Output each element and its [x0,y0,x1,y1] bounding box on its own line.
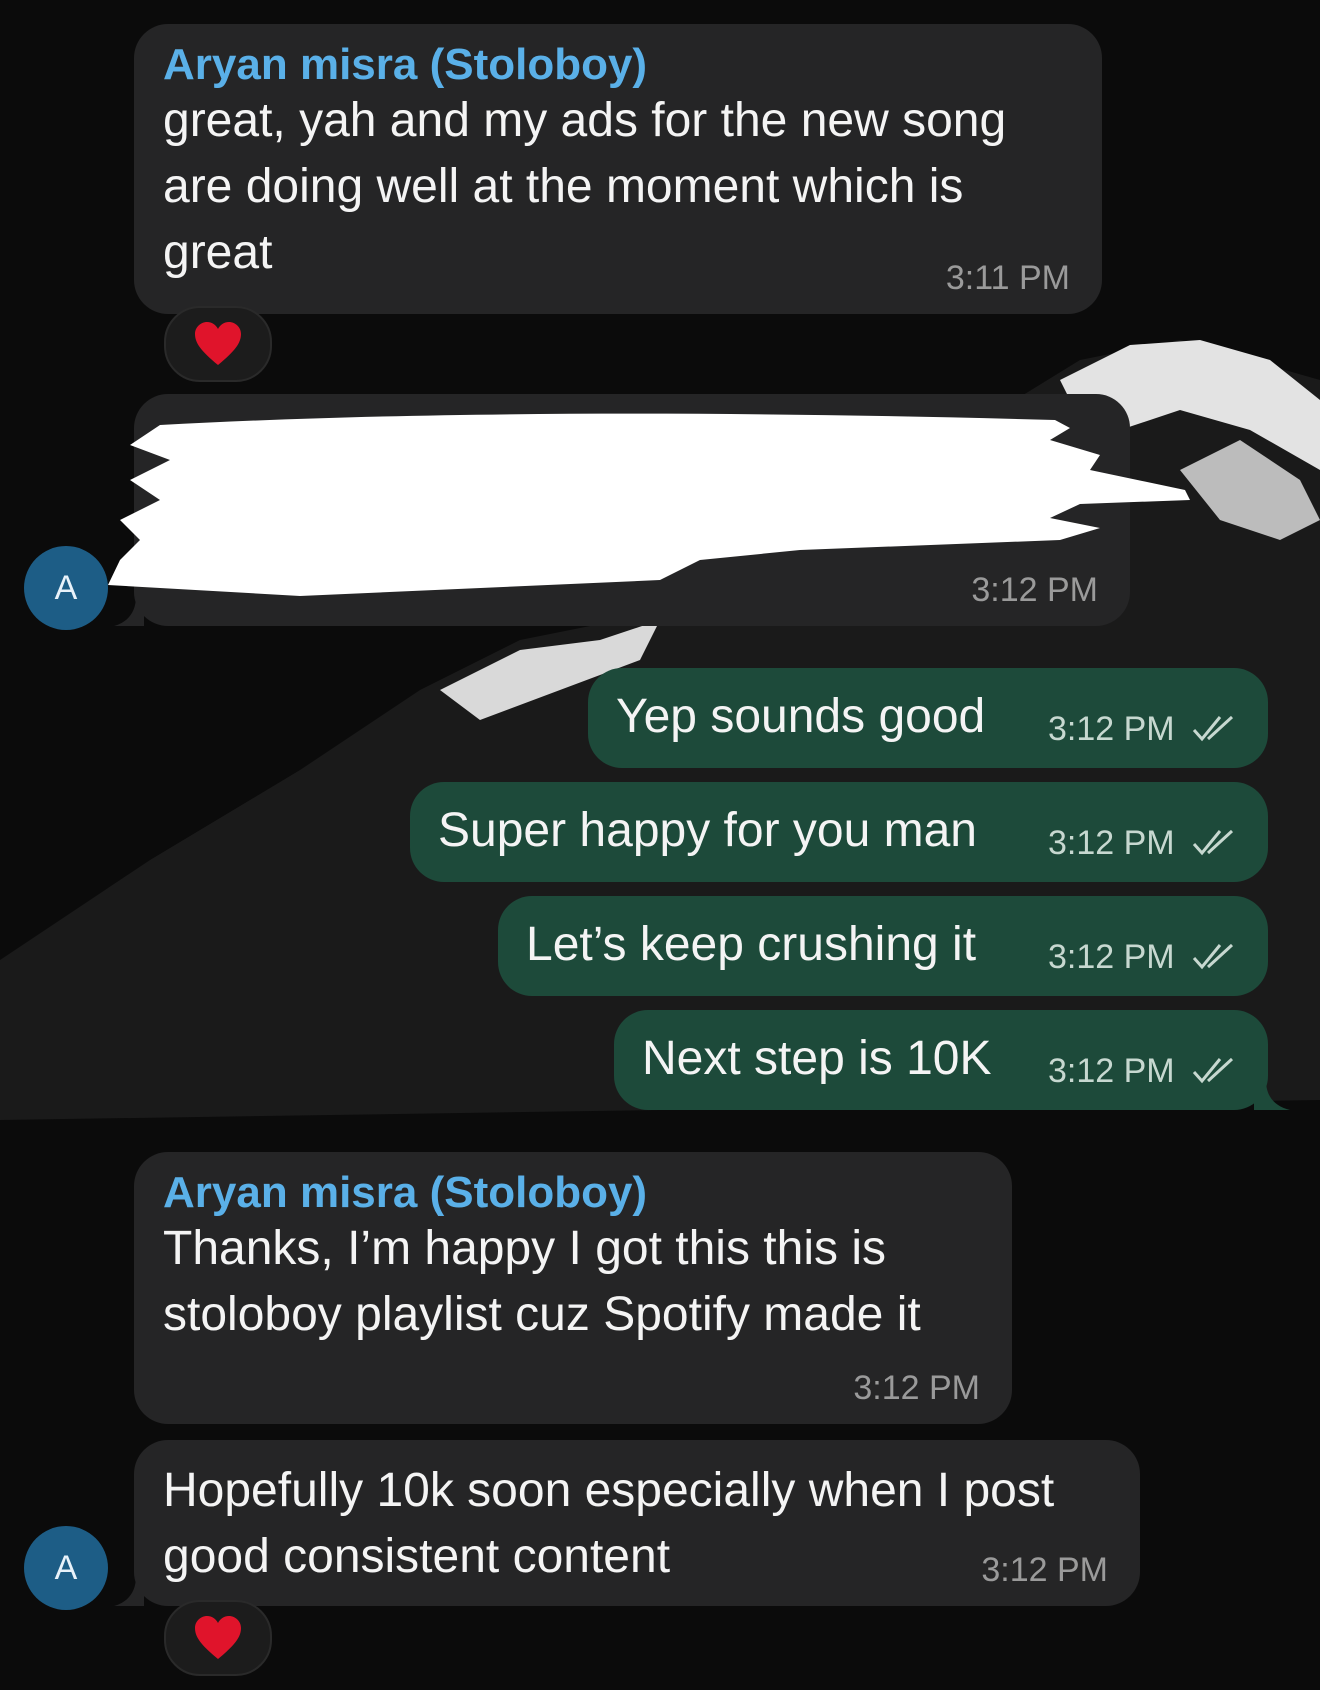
message-bubble-incoming[interactable]: Aryan misra (Stoloboy) great, yah and my… [134,24,1102,314]
message-text: great, yah and my ads for the new song a… [163,94,1007,279]
read-receipt-icon [1192,829,1234,856]
read-receipt-icon [1192,943,1234,970]
message-time: 3:12 PM [1048,938,1175,976]
redaction-scribble [108,413,1190,596]
bubble-tail [1254,1080,1290,1110]
bubble-tail [114,1576,144,1606]
reaction-heart[interactable] [164,306,272,382]
heart-emoji-icon [195,322,241,365]
message-bubble-outgoing[interactable]: Let’s keep crushing it 3:12 PM [498,896,1268,996]
message-time: 3:12 PM [1048,710,1175,748]
read-receipt-icon [1192,715,1234,742]
message-time: 3:11 PM [945,259,1070,297]
read-receipt-icon [1192,1057,1234,1084]
message-text: Next step is 10K [642,1032,992,1085]
reaction-heart[interactable] [164,1600,272,1676]
message-time: 3:12 PM [1048,824,1175,862]
sender-name[interactable]: Aryan misra (Stoloboy) [163,40,647,90]
message-time: 3:12 PM [981,1551,1108,1589]
message-bubble-incoming[interactable]: Aryan misra (Stoloboy) Thanks, I’m happy… [134,1152,1012,1424]
message-bubble-incoming[interactable]: Hopefully 10k soon especially when I pos… [134,1440,1140,1606]
contact-avatar[interactable]: A [24,546,108,630]
message-text: Let’s keep crushing it [526,918,977,971]
message-text: Hopefully 10k soon especially when I pos… [163,1464,1055,1583]
message-bubble-outgoing[interactable]: Next step is 10K 3:12 PM [614,1010,1268,1110]
message-text: Thanks, I’m happy I got this this is sto… [163,1222,921,1341]
message-bubble-outgoing[interactable]: Super happy for you man 3:12 PM [410,782,1268,882]
message-time: 3:12 PM [853,1369,980,1407]
sender-name[interactable]: Aryan misra (Stoloboy) [163,1168,647,1218]
message-bubble-outgoing[interactable]: Yep sounds good 3:12 PM [588,668,1268,768]
message-text: Super happy for you man [438,804,977,857]
message-time: 3:12 PM [1048,1052,1175,1090]
heart-emoji-icon [195,1616,241,1659]
message-text: Yep sounds good [616,690,986,743]
contact-avatar[interactable]: A [24,1526,108,1610]
